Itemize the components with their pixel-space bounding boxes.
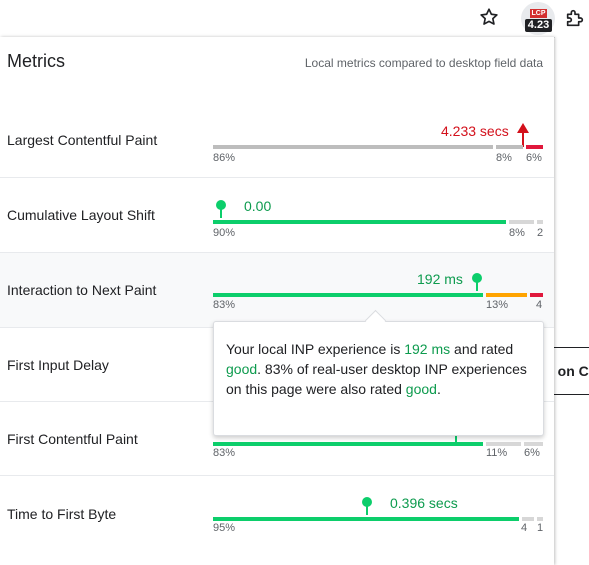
metric-value: 0.396 secs [390, 495, 458, 511]
pct-poor: 2 [537, 227, 544, 239]
distribution-needs-improvement [496, 145, 523, 149]
pct-needs-improvement: 11% [486, 447, 508, 459]
metric-label: Interaction to Next Paint [7, 282, 157, 298]
pct-needs-improvement: 13% [486, 299, 509, 311]
bookmark-star-icon[interactable] [478, 6, 500, 28]
inp-tooltip: Your local INP experience is 192 ms and … [213, 321, 544, 436]
page-background [555, 37, 589, 565]
metric-row-cls[interactable]: Cumulative Layout Shift 0.00 90% 8% 2 [0, 178, 554, 253]
metric-row-lcp[interactable]: Largest Contentful Paint 4.233 secs 86% … [0, 103, 554, 178]
tooltip-rating: good [226, 361, 258, 377]
metric-value: 192 ms [417, 271, 463, 287]
pct-poor: 1 [537, 522, 544, 534]
pct-poor: 4 [536, 299, 543, 311]
distribution-good [213, 517, 519, 521]
distribution-good [213, 145, 493, 149]
panel-subtitle: Local metrics compared to desktop field … [304, 56, 543, 70]
metric-label: Cumulative Layout Shift [7, 207, 155, 223]
pct-needs-improvement: 8% [509, 227, 525, 239]
extension-badge-metric: LCP [530, 9, 547, 18]
distribution-needs-improvement [522, 517, 534, 521]
distribution-poor [530, 293, 543, 297]
pct-poor: 6% [526, 152, 542, 164]
metric-row-inp[interactable]: Interaction to Next Paint 192 ms 83% 13%… [0, 253, 554, 328]
tooltip-value: 192 ms [404, 341, 451, 357]
pct-poor: 6% [524, 447, 540, 459]
metric-label: Largest Contentful Paint [7, 132, 158, 148]
web-vitals-extension-button[interactable]: LCP 4.23 [521, 2, 555, 35]
distribution-needs-improvement [486, 293, 527, 297]
panel-title: Metrics [7, 51, 65, 71]
metrics-popup: Metrics Local metrics compared to deskto… [0, 37, 554, 565]
distribution-good [213, 220, 506, 224]
pct-good: 83% [213, 299, 236, 311]
distribution-good [213, 293, 483, 297]
pct-good: 90% [213, 227, 236, 239]
distribution-good [213, 442, 483, 446]
distribution-poor [537, 517, 543, 521]
pct-needs-improvement: 8% [496, 152, 512, 164]
metric-value: 4.233 secs [441, 123, 509, 139]
tooltip-text-part: . 83% of real-user desktop INP experienc… [226, 361, 527, 397]
distribution-needs-improvement [509, 220, 534, 224]
marker-line [366, 505, 368, 515]
pct-needs-improvement: 4 [521, 522, 528, 534]
tooltip-text-part: . [436, 381, 441, 397]
pct-good: 83% [213, 447, 236, 459]
distribution-poor [526, 145, 543, 149]
tooltip-text-part: and rated [450, 341, 514, 357]
metric-value: 0.00 [244, 198, 272, 214]
tooltip-text: Your local INP experience is 192 ms and … [226, 339, 531, 399]
metric-row-ttfb[interactable]: Time to First Byte 0.396 secs 95% 4 1 [0, 476, 554, 550]
distribution-needs-improvement [486, 442, 521, 446]
address-bar[interactable] [0, 2, 520, 36]
arrow-up-icon [517, 123, 529, 147]
tooltip-rating-field: good [405, 381, 437, 397]
marker-line [220, 208, 222, 218]
marker-line [476, 281, 478, 291]
distribution-poor [537, 220, 543, 224]
browser-toolbar: LCP 4.23 [0, 0, 589, 38]
pct-good: 95% [213, 522, 236, 534]
pct-good: 86% [213, 152, 236, 164]
tooltip-text-part: Your local INP experience is [226, 341, 405, 357]
metric-label: Time to First Byte [7, 506, 117, 522]
metric-label: First Input Delay [7, 357, 109, 373]
extensions-puzzle-icon[interactable] [564, 7, 586, 29]
extension-badge-value: 4.23 [525, 19, 552, 32]
metric-label: First Contentful Paint [7, 431, 138, 447]
distribution-poor [524, 442, 543, 446]
